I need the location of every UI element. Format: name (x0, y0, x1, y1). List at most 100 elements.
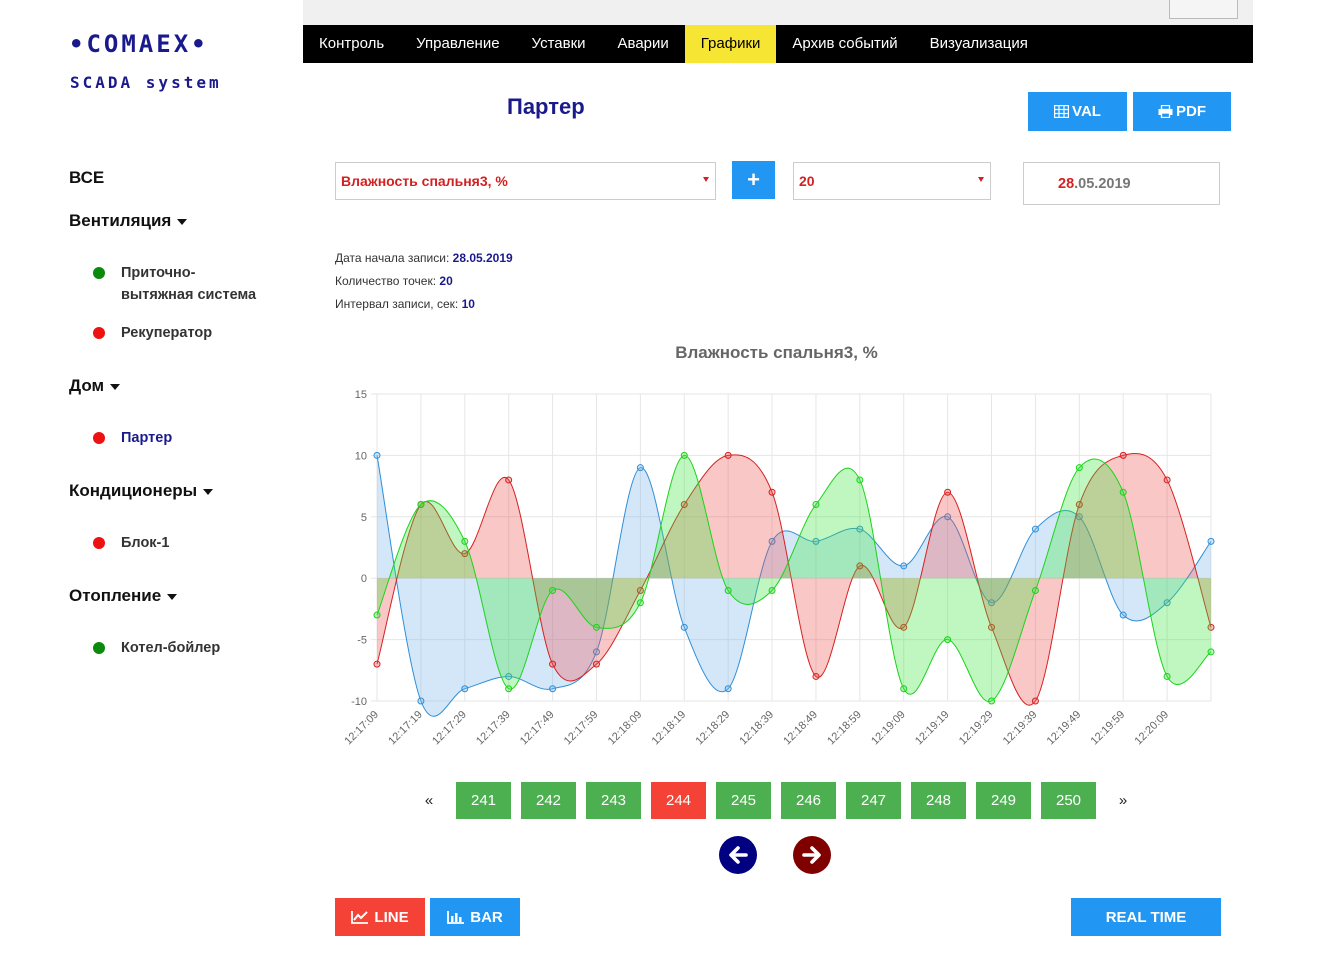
data-point (1119, 451, 1127, 459)
line-button-label: LINE (374, 908, 409, 926)
sidebar-item-block1[interactable]: Блок-1 (93, 532, 169, 554)
pdf-button-label: PDF (1176, 103, 1206, 120)
page-button[interactable]: 250 (1041, 782, 1096, 819)
page-button[interactable]: 243 (586, 782, 641, 819)
nav-item[interactable]: Аварии (602, 25, 685, 63)
page-button[interactable]: 245 (716, 782, 771, 819)
data-point (1075, 464, 1083, 472)
data-point (1207, 648, 1215, 656)
sidebar-item-parter[interactable]: Партер (93, 427, 172, 449)
data-point (812, 501, 820, 509)
data-point (636, 464, 644, 472)
page-button[interactable]: 242 (521, 782, 576, 819)
pagination-next[interactable]: » (1114, 792, 1132, 809)
data-point (461, 537, 469, 545)
data-point (592, 660, 600, 668)
data-point (1119, 488, 1127, 496)
sidebar-group-label: Кондиционеры (69, 481, 198, 500)
points-count-label: Количество точек: (335, 274, 437, 288)
top-user-button[interactable] (1169, 0, 1238, 19)
top-bar (303, 0, 1253, 25)
sidebar-item-label: Партер (121, 430, 173, 446)
x-tick-label: 12:18:39 (737, 709, 776, 748)
date-day: 28 (1058, 175, 1075, 192)
record-start-label: Дата начала записи: (335, 251, 450, 265)
sidebar-group-conditioners[interactable]: Кондиционеры (69, 481, 214, 501)
add-parameter-button[interactable]: + (732, 161, 775, 199)
x-tick-label: 12:18:59 (825, 709, 864, 748)
y-tick-label: 5 (361, 512, 367, 524)
data-point (549, 586, 557, 594)
date-input[interactable]: 28.05.2019 (1023, 162, 1220, 205)
data-point (461, 685, 469, 693)
sidebar-group-heating[interactable]: Отопление (69, 586, 178, 606)
interval-info: Интервал записи, сек: 10 (335, 297, 475, 311)
data-point (1031, 586, 1039, 594)
data-point (768, 586, 776, 594)
points-count-value: 20 (439, 274, 453, 288)
x-tick-label: 12:18:09 (606, 709, 645, 748)
record-start-value: 28.05.2019 (452, 251, 513, 265)
x-tick-label: 12:18:19 (650, 709, 689, 748)
line-chart-button[interactable]: LINE (335, 898, 425, 936)
val-button[interactable]: VAL (1028, 92, 1127, 131)
data-point (505, 476, 513, 484)
x-tick-label: 12:17:39 (474, 709, 513, 748)
page-button[interactable]: 241 (456, 782, 511, 819)
table-icon (1054, 105, 1070, 118)
y-tick-label: 10 (355, 450, 367, 462)
bar-chart-button[interactable]: BAR (430, 898, 520, 936)
points-count-select[interactable]: 20 (793, 162, 991, 200)
status-dot-icon (93, 432, 105, 444)
next-period-button[interactable] (793, 836, 831, 874)
x-tick-label: 12:17:09 (342, 709, 381, 748)
sidebar-group-ventilation[interactable]: Вентиляция (69, 211, 188, 231)
sidebar-item-supply-exhaust[interactable]: Приточно-вытяжная система (93, 262, 263, 306)
data-point (549, 685, 557, 693)
x-tick-label: 12:18:29 (694, 709, 733, 748)
caret-down-icon (110, 383, 121, 390)
sidebar-group-house[interactable]: Дом (69, 376, 121, 396)
data-point (724, 685, 732, 693)
x-tick-label: 12:19:09 (869, 709, 908, 748)
main-nav: Контроль Управление Уставки Аварии Графи… (303, 25, 1253, 63)
arrow-left-icon (729, 846, 748, 864)
page-title: Партер (507, 94, 585, 119)
caret-down-icon (177, 218, 188, 225)
interval-label: Интервал записи, сек: (335, 297, 459, 311)
chart-title: Влажность спальня3, % (675, 343, 878, 362)
nav-item[interactable]: Архив событий (776, 25, 913, 63)
sidebar-item-boiler[interactable]: Котел-бойлер (93, 637, 220, 659)
data-point (373, 451, 381, 459)
data-point (900, 562, 908, 570)
nav-item[interactable]: Уставки (516, 25, 602, 63)
page-button[interactable]: 248 (911, 782, 966, 819)
sidebar-item-label: Рекуператор (121, 325, 213, 341)
data-point (856, 476, 864, 484)
nav-item[interactable]: Контроль (303, 25, 400, 63)
nav-item[interactable]: Визуализация (914, 25, 1044, 63)
status-dot-icon (93, 642, 105, 654)
line-chart-icon (351, 911, 369, 924)
sidebar-item-all[interactable]: ВСЕ (69, 168, 104, 188)
data-point (636, 599, 644, 607)
x-tick-label: 12:19:19 (913, 709, 952, 748)
data-point (680, 451, 688, 459)
prev-period-button[interactable] (719, 836, 757, 874)
interval-value: 10 (461, 297, 475, 311)
page-button[interactable]: 246 (781, 782, 836, 819)
parameter-select[interactable]: Влажность спальня3, % (335, 162, 716, 200)
brand-logo: •COMAEX• (69, 30, 209, 58)
realtime-button[interactable]: REAL TIME (1071, 898, 1221, 936)
sidebar-item-recuperator[interactable]: Рекуператор (93, 322, 212, 344)
data-point (944, 488, 952, 496)
nav-item[interactable]: Управление (400, 25, 515, 63)
pagination-prev[interactable]: « (420, 792, 438, 809)
page-button[interactable]: 249 (976, 782, 1031, 819)
y-tick-label: -5 (357, 635, 367, 647)
sidebar-group-label: Отопление (69, 586, 162, 605)
page-button-active[interactable]: 244 (651, 782, 706, 819)
page-button[interactable]: 247 (846, 782, 901, 819)
pdf-button[interactable]: PDF (1133, 92, 1231, 131)
nav-item-active[interactable]: Графики (684, 25, 777, 63)
